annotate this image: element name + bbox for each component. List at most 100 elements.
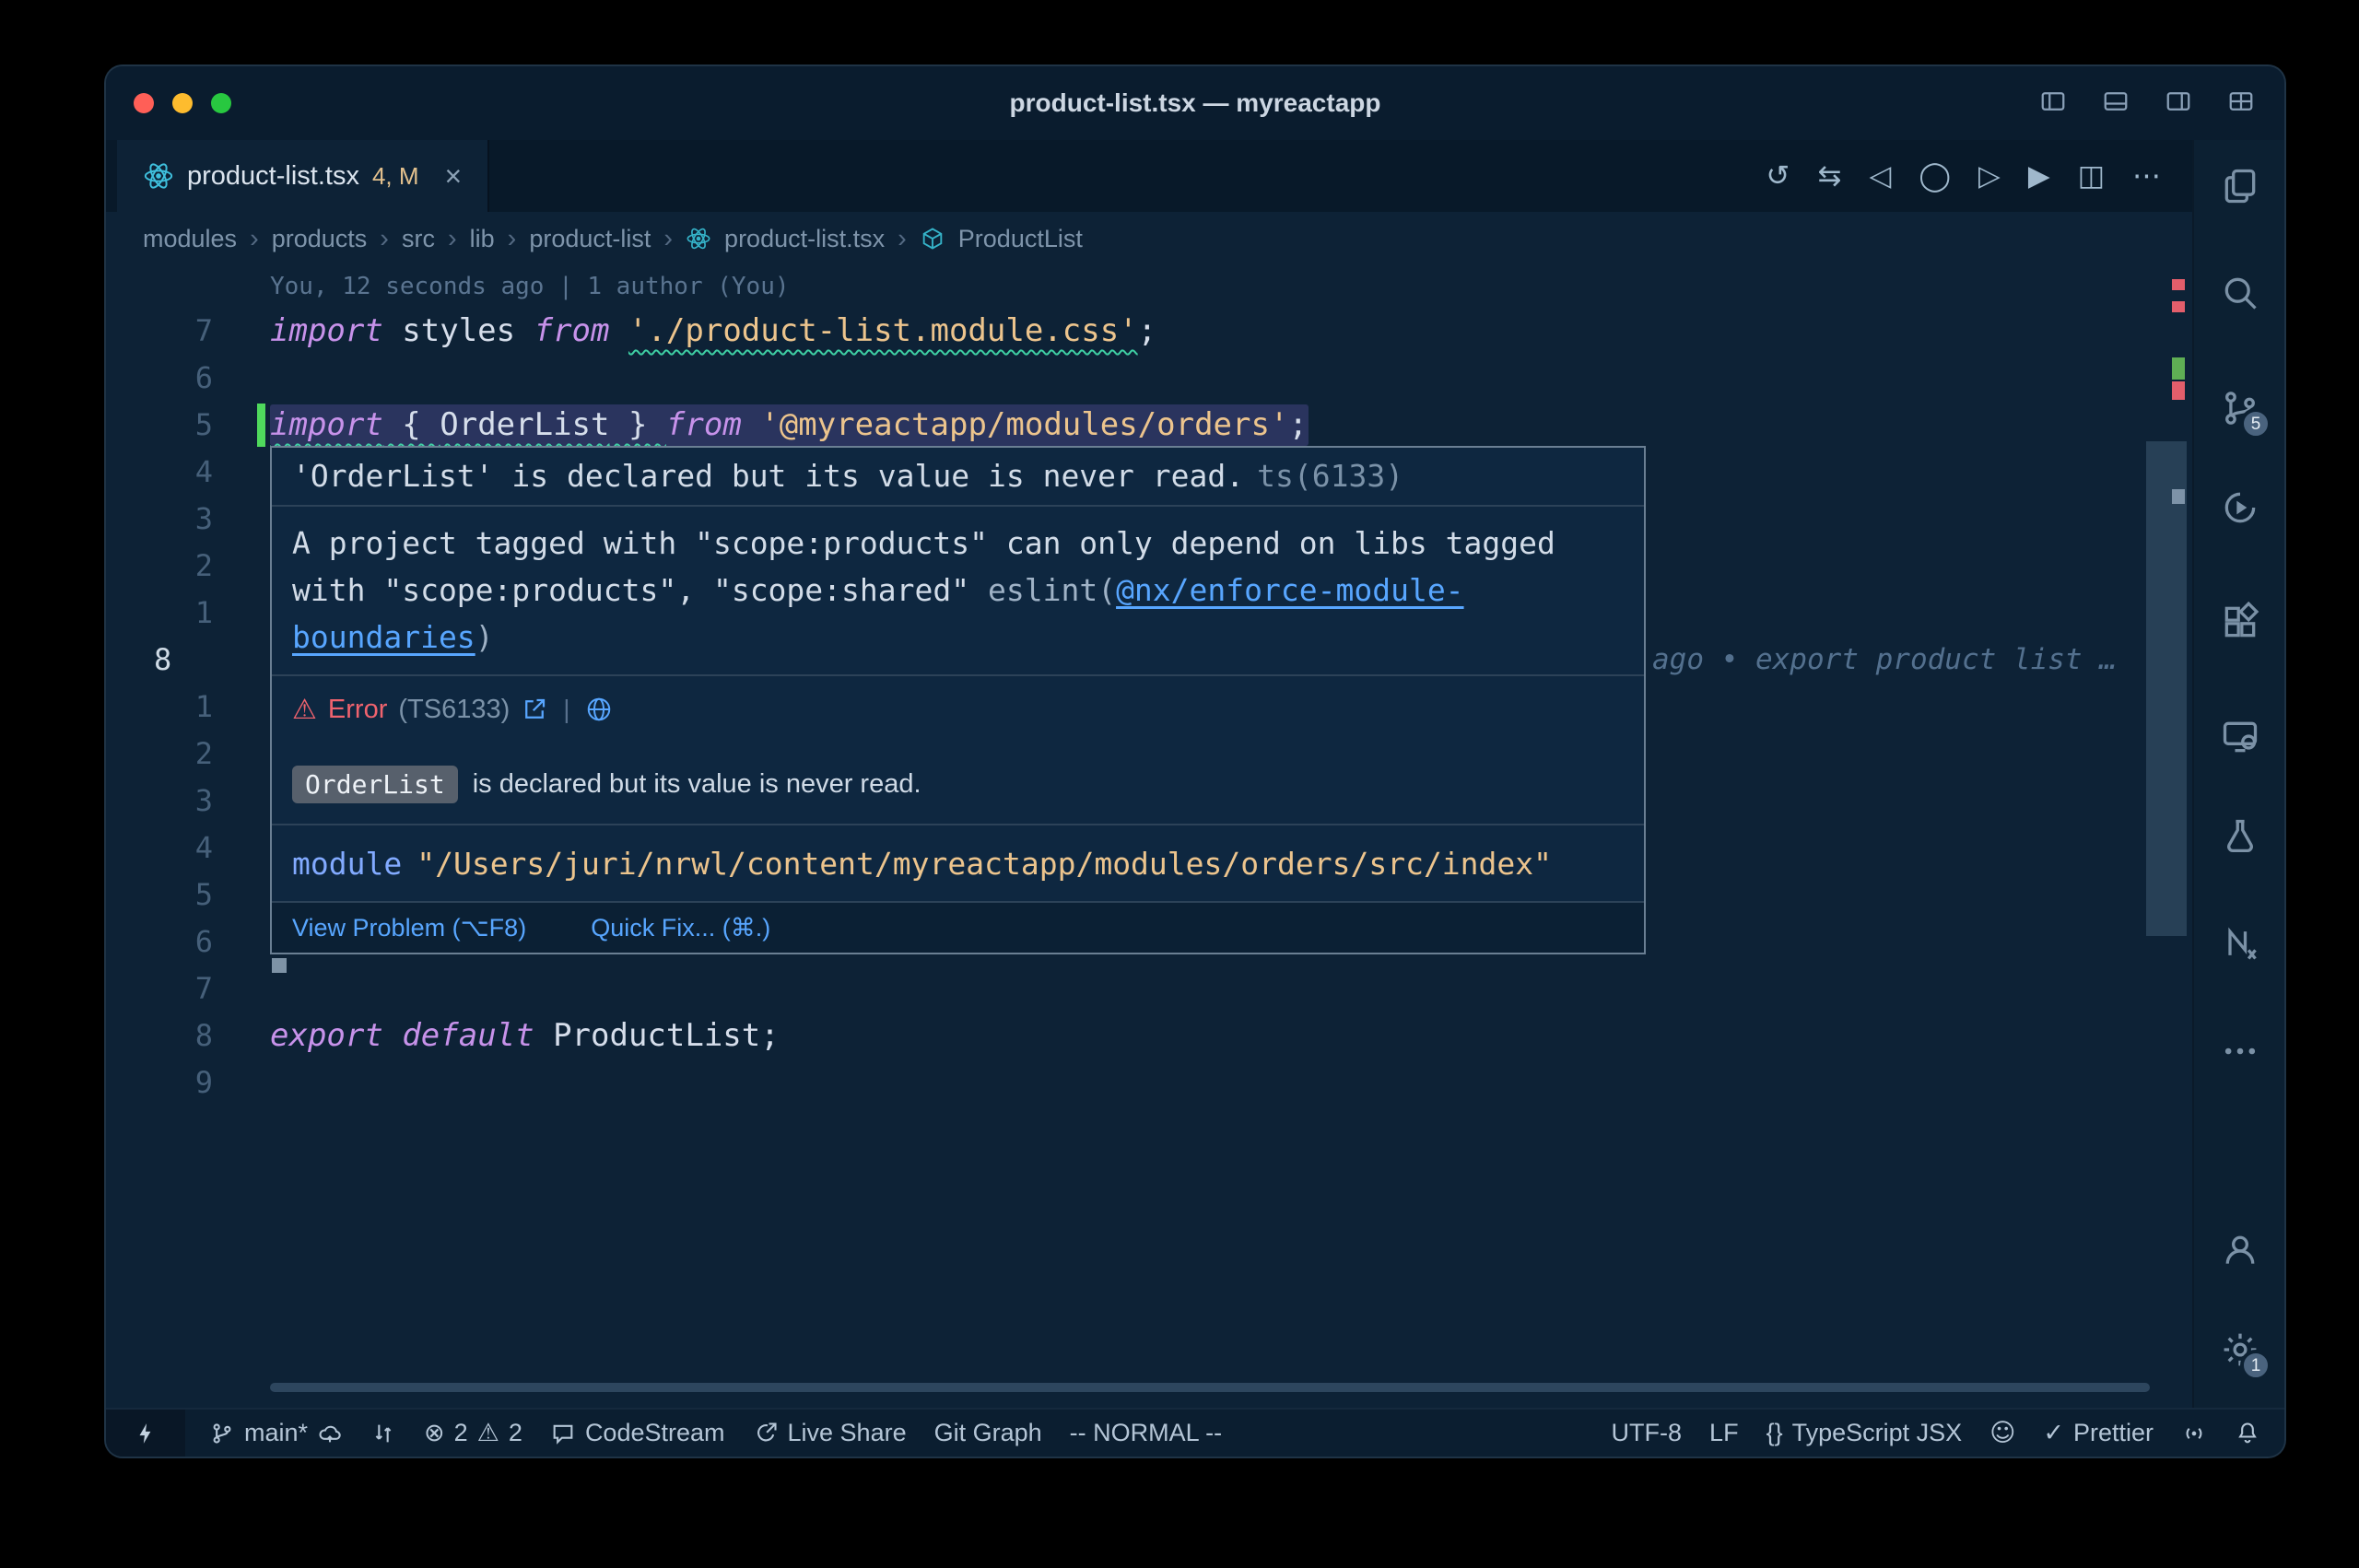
- line-number: 2: [106, 731, 253, 778]
- code-line-1[interactable]: import styles from './product-list.modul…: [253, 308, 2192, 355]
- customize-layout-icon[interactable]: [2224, 88, 2259, 120]
- close-window-button[interactable]: [134, 93, 154, 113]
- vim-mode-indicator[interactable]: -- NORMAL --: [1070, 1419, 1222, 1447]
- line-number: 8: [106, 1012, 253, 1059]
- code-line: 7 import styles from './product-list.mod…: [106, 308, 2192, 355]
- titlebar: product-list.tsx — myreactapp: [106, 66, 2284, 140]
- kw-token: import: [270, 406, 383, 443]
- source-control-icon[interactable]: 5: [2214, 382, 2266, 434]
- code-line-empty[interactable]: [253, 355, 2192, 402]
- line-number: 4: [106, 449, 253, 496]
- code-token: }: [609, 406, 665, 443]
- code-line-16[interactable]: export default ProductList;: [253, 1012, 2192, 1059]
- status-bar: main* ⊗ 2 ⚠ 2 CodeStream Live Share Git …: [106, 1408, 2284, 1457]
- git-graph-indicator[interactable]: Git Graph: [934, 1419, 1042, 1447]
- code-token: ;: [1288, 406, 1307, 443]
- compare-refs-indicator[interactable]: [370, 1421, 396, 1446]
- run-debug-icon[interactable]: [2214, 482, 2266, 533]
- check-icon: ✓: [2043, 1419, 2064, 1447]
- error-code: ts(6133): [1257, 458, 1403, 494]
- activity-bar: 5 1: [2192, 140, 2284, 1408]
- encoding-indicator[interactable]: UTF-8: [1612, 1419, 1683, 1447]
- next-change-icon[interactable]: ▷: [1978, 159, 2001, 193]
- scm-badge: 5: [2240, 408, 2271, 439]
- zoom-window-button[interactable]: [211, 93, 231, 113]
- prettier-indicator[interactable]: ✓ Prettier: [2043, 1419, 2154, 1447]
- search-icon[interactable]: [2214, 267, 2266, 319]
- gitlens-codelens[interactable]: You, 12 seconds ago | 1 author (You): [106, 265, 2192, 308]
- broadcast-icon[interactable]: [2181, 1421, 2207, 1446]
- tooltip-error-detail: ⚠ Error (TS6133) | OrderList is declared…: [272, 676, 1644, 825]
- branch-indicator[interactable]: main*: [209, 1419, 343, 1447]
- nx-console-icon[interactable]: [2214, 918, 2266, 969]
- ruler-added-mark: [2172, 357, 2185, 380]
- code-token: OrderList: [440, 406, 609, 443]
- code-line: 5 import { OrderList } from '@myreactapp…: [106, 402, 2192, 449]
- tab-label: product-list.tsx: [187, 161, 359, 192]
- breadcrumb-item-product-list[interactable]: product-list: [529, 225, 651, 253]
- line-number: 3: [106, 496, 253, 543]
- open-changes-icon[interactable]: ◯: [1919, 159, 1951, 193]
- toggle-primary-sidebar-icon[interactable]: [2036, 88, 2071, 120]
- language-indicator[interactable]: {} TypeScript JSX: [1766, 1419, 1963, 1447]
- toggle-panel-icon[interactable]: [2098, 88, 2133, 120]
- code-line-empty[interactable]: [253, 1059, 2192, 1106]
- minimize-window-button[interactable]: [172, 93, 193, 113]
- breadcrumb-item-file[interactable]: product-list.tsx: [724, 225, 885, 253]
- breadcrumb-item-lib[interactable]: lib: [470, 225, 495, 253]
- kw-token: export: [270, 1017, 383, 1054]
- codestream-indicator[interactable]: CodeStream: [550, 1419, 725, 1447]
- notifications-bell-icon[interactable]: [2235, 1421, 2260, 1446]
- globe-icon[interactable]: [585, 696, 613, 723]
- code-token: {: [383, 406, 440, 443]
- more-views-icon[interactable]: [2214, 1025, 2266, 1077]
- view-problem-button[interactable]: View Problem (⌥F8): [292, 914, 526, 942]
- code-editor[interactable]: You, 12 seconds ago | 1 author (You) 7 i…: [106, 265, 2192, 1408]
- explorer-icon[interactable]: [2214, 160, 2266, 212]
- timeline-icon[interactable]: ↺: [1766, 159, 1790, 193]
- error-count: 2: [454, 1419, 468, 1447]
- eol-indicator[interactable]: LF: [1709, 1419, 1739, 1447]
- kw-token: default: [402, 1017, 534, 1054]
- code-token: ProductList;: [534, 1017, 780, 1054]
- more-actions-icon[interactable]: ⋯: [2132, 159, 2161, 193]
- chevron-right-icon: ›: [508, 224, 517, 254]
- code-line-3[interactable]: import { OrderList } from '@myreactapp/m…: [253, 402, 2192, 449]
- open-external-icon[interactable]: [521, 696, 548, 723]
- line-number: 5: [106, 402, 253, 449]
- previous-change-icon[interactable]: ◁: [1869, 159, 1891, 193]
- gitlens-inline-blame: ago • export product list …: [1652, 637, 2117, 684]
- remote-explorer-icon[interactable]: [2214, 711, 2266, 763]
- testing-icon[interactable]: [2214, 811, 2266, 862]
- settings-gear-icon[interactable]: 1: [2214, 1324, 2266, 1375]
- remote-indicator[interactable]: [106, 1410, 185, 1457]
- feedback-smiley-icon[interactable]: ☺: [1989, 1419, 2015, 1447]
- live-share-indicator[interactable]: Live Share: [753, 1419, 907, 1447]
- code-line: 9: [106, 1059, 2192, 1106]
- account-icon[interactable]: [2214, 1224, 2266, 1276]
- tooltip-eslint-message: A project tagged with "scope:products" c…: [272, 507, 1644, 676]
- horizontal-scrollbar[interactable]: [270, 1383, 2150, 1392]
- tab-close-icon[interactable]: ×: [445, 159, 463, 193]
- vertical-scrollbar[interactable]: [2146, 441, 2187, 936]
- run-file-icon[interactable]: ▶: [2028, 159, 2050, 193]
- breadcrumb-item-src[interactable]: src: [402, 225, 435, 253]
- share-icon: [753, 1421, 779, 1446]
- tooltip-resize-handle[interactable]: [272, 958, 287, 973]
- tab-bar: product-list.tsx 4, M × ↺ ⇆ ◁ ◯ ▷ ▶ ◫ ⋯: [106, 140, 2192, 212]
- problems-indicator[interactable]: ⊗ 2 ⚠ 2: [424, 1419, 522, 1447]
- split-editor-icon[interactable]: ◫: [2078, 159, 2105, 193]
- code-token: ;: [1138, 312, 1156, 349]
- extensions-icon[interactable]: [2214, 596, 2266, 648]
- tab-product-list[interactable]: product-list.tsx 4, M ×: [117, 140, 489, 212]
- line-number: 7: [106, 308, 253, 355]
- breadcrumb-item-products[interactable]: products: [272, 225, 368, 253]
- quick-fix-button[interactable]: Quick Fix... (⌘.): [591, 914, 770, 942]
- breadcrumb-item-symbol[interactable]: ProductList: [958, 225, 1083, 253]
- toggle-secondary-sidebar-icon[interactable]: [2161, 88, 2196, 120]
- compare-changes-icon[interactable]: ⇆: [1817, 159, 1841, 193]
- tooltip-module-path: module"/Users/juri/nrwl/content/myreacta…: [272, 825, 1644, 903]
- kw-token: from: [534, 312, 610, 349]
- code-line-empty[interactable]: [253, 965, 2192, 1012]
- breadcrumb-item-modules[interactable]: modules: [143, 225, 237, 253]
